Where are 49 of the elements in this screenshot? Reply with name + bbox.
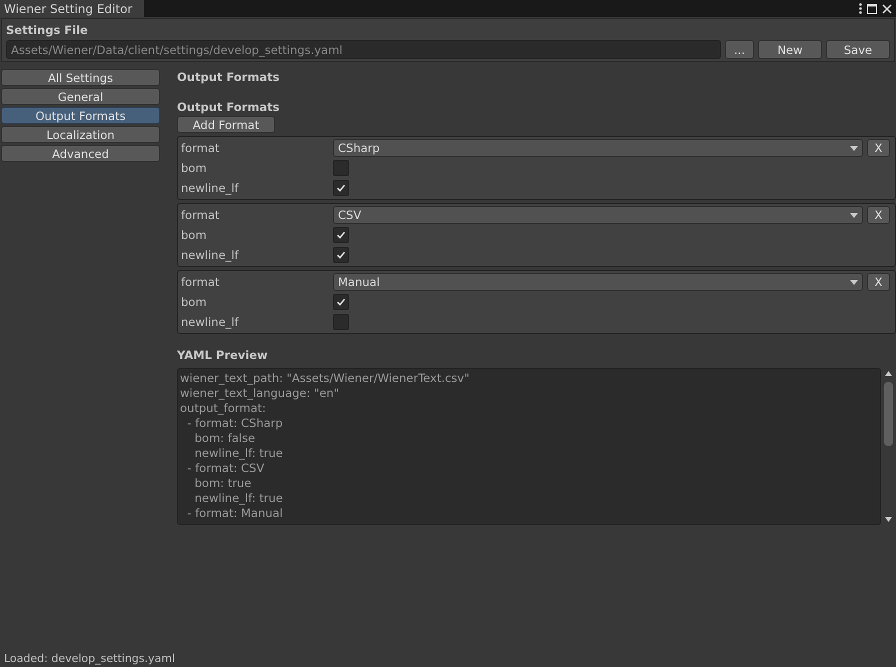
checkbox[interactable]	[333, 180, 349, 196]
field-label: newline_lf	[181, 181, 240, 195]
format-dropdown[interactable]: CSV	[333, 206, 863, 224]
checkbox[interactable]	[333, 247, 349, 263]
scroll-down-icon[interactable]	[885, 517, 892, 522]
sidebar-item[interactable]: Localization	[1, 126, 160, 143]
field-label: format	[181, 208, 220, 222]
section-title: YAML Preview	[177, 348, 269, 364]
remove-button[interactable]: X	[867, 206, 890, 224]
field-label: format	[181, 275, 220, 289]
scroll-up-icon[interactable]	[885, 371, 892, 376]
field-label: bom	[181, 295, 208, 309]
close-icon[interactable]	[882, 4, 892, 14]
yaml-preview: wiener_text_path: "Assets/Wiener/WienerText.csv" wiener_text_language: "en" output_format: - format: CSharp bom: false newline_lf: true - format: CSV bom: true newline_lf: true - format: Manual	[177, 368, 881, 525]
remove-button[interactable]: X	[867, 273, 890, 291]
page-title: Output Formats	[177, 70, 280, 86]
section-title: Settings File	[6, 23, 89, 37]
checkmark-icon	[336, 297, 346, 307]
field-label: format	[181, 141, 220, 155]
checkbox[interactable]	[333, 294, 349, 310]
section-title: Output Formats	[177, 100, 280, 116]
new-button[interactable]: New	[758, 40, 822, 59]
checkbox[interactable]	[333, 160, 349, 176]
checkbox[interactable]	[333, 314, 349, 330]
window-title[interactable]: Wiener Setting Editor	[0, 0, 144, 17]
more-icon[interactable]	[859, 3, 862, 14]
dropdown-arrow-icon	[850, 146, 858, 150]
save-button[interactable]: Save	[826, 40, 890, 59]
sidebar-item[interactable]: All Settings	[1, 69, 160, 86]
browse-button[interactable]: ...	[725, 40, 754, 59]
remove-button[interactable]: X	[867, 139, 890, 157]
field-label: bom	[181, 161, 208, 175]
maximize-icon[interactable]	[867, 4, 877, 14]
field-label: bom	[181, 228, 208, 242]
dropdown-arrow-icon	[850, 212, 858, 218]
status-text: Loaded: develop_settings.yaml	[3, 652, 176, 667]
dropdown-arrow-icon	[850, 280, 858, 284]
format-dropdown[interactable]: CSharp	[333, 139, 863, 157]
path-field[interactable]: Assets/Wiener/Data/client/settings/develop_settings.yaml	[6, 40, 722, 59]
checkbox[interactable]	[333, 227, 349, 243]
scroll-thumb[interactable]	[884, 382, 893, 446]
sidebar-item[interactable]: Advanced	[1, 145, 160, 162]
sidebar-item[interactable]: General	[1, 88, 160, 105]
field-label: newline_lf	[181, 248, 240, 262]
field-label: newline_lf	[181, 315, 240, 329]
format-dropdown[interactable]: Manual	[333, 273, 863, 291]
checkmark-icon	[336, 183, 346, 193]
sidebar-item[interactable]: Output Formats	[1, 107, 160, 124]
add-format-button[interactable]: Add Format	[177, 116, 275, 133]
